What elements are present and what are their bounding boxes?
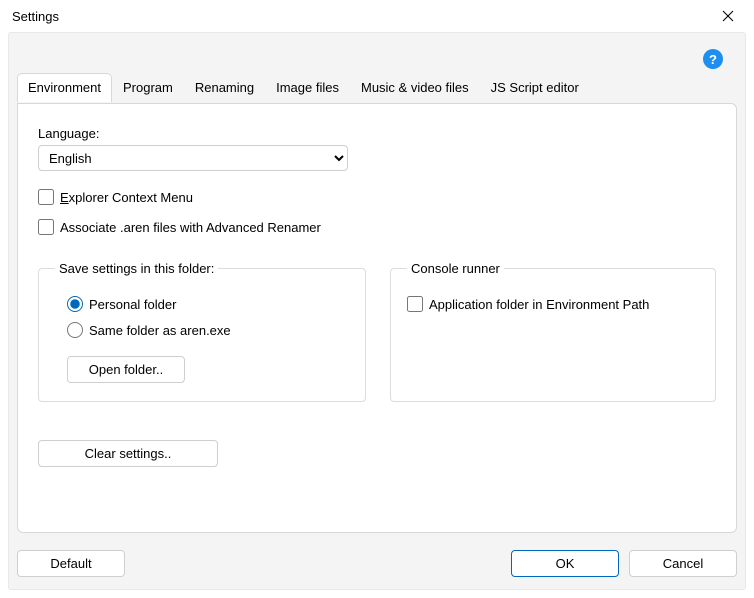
app-folder-env-row[interactable]: Application folder in Environment Path [407, 296, 699, 312]
help-glyph: ? [709, 52, 717, 67]
radio-personal-row[interactable]: Personal folder [67, 296, 349, 312]
radio-personal[interactable] [67, 296, 83, 312]
console-runner-legend: Console runner [407, 261, 504, 276]
tab-environment[interactable]: Environment [17, 73, 112, 102]
tab-image-files[interactable]: Image files [265, 73, 350, 102]
language-select[interactable]: English [38, 145, 348, 171]
cancel-button[interactable]: Cancel [629, 550, 737, 577]
language-label: Language: [38, 126, 716, 141]
dialog-footer: Default OK Cancel [17, 550, 737, 577]
radio-personal-label: Personal folder [89, 297, 176, 312]
app-folder-env-checkbox[interactable] [407, 296, 423, 312]
window-title: Settings [12, 9, 712, 24]
tab-music-video[interactable]: Music & video files [350, 73, 480, 102]
save-settings-group: Save settings in this folder: Personal f… [38, 261, 366, 402]
radio-same[interactable] [67, 322, 83, 338]
open-folder-button[interactable]: Open folder.. [67, 356, 185, 383]
tab-panel-environment: Language: English Explorer Context Menu … [17, 103, 737, 533]
tab-bar: Environment Program Renaming Image files… [17, 73, 590, 102]
associate-aren-label: Associate .aren files with Advanced Rena… [60, 220, 321, 235]
clear-settings-button[interactable]: Clear settings.. [38, 440, 218, 467]
dialog-body: ? Environment Program Renaming Image fil… [8, 32, 746, 590]
associate-aren-checkbox[interactable] [38, 219, 54, 235]
default-button[interactable]: Default [17, 550, 125, 577]
explorer-context-menu-checkbox[interactable] [38, 189, 54, 205]
titlebar: Settings [0, 0, 754, 32]
tab-js-editor[interactable]: JS Script editor [480, 73, 590, 102]
close-button[interactable] [712, 2, 744, 30]
explorer-context-menu-label: Explorer Context Menu [60, 190, 193, 205]
radio-same-row[interactable]: Same folder as aren.exe [67, 322, 349, 338]
settings-window: Settings ? Environment Program Renaming … [0, 0, 754, 598]
radio-same-label: Same folder as aren.exe [89, 323, 231, 338]
console-runner-group: Console runner Application folder in Env… [390, 261, 716, 402]
help-icon[interactable]: ? [703, 49, 723, 69]
save-settings-legend: Save settings in this folder: [55, 261, 218, 276]
explorer-context-menu-row[interactable]: Explorer Context Menu [38, 189, 716, 205]
tab-renaming[interactable]: Renaming [184, 73, 265, 102]
close-icon [722, 10, 734, 22]
ok-button[interactable]: OK [511, 550, 619, 577]
associate-aren-row[interactable]: Associate .aren files with Advanced Rena… [38, 219, 716, 235]
app-folder-env-label: Application folder in Environment Path [429, 297, 649, 312]
tab-program[interactable]: Program [112, 73, 184, 102]
